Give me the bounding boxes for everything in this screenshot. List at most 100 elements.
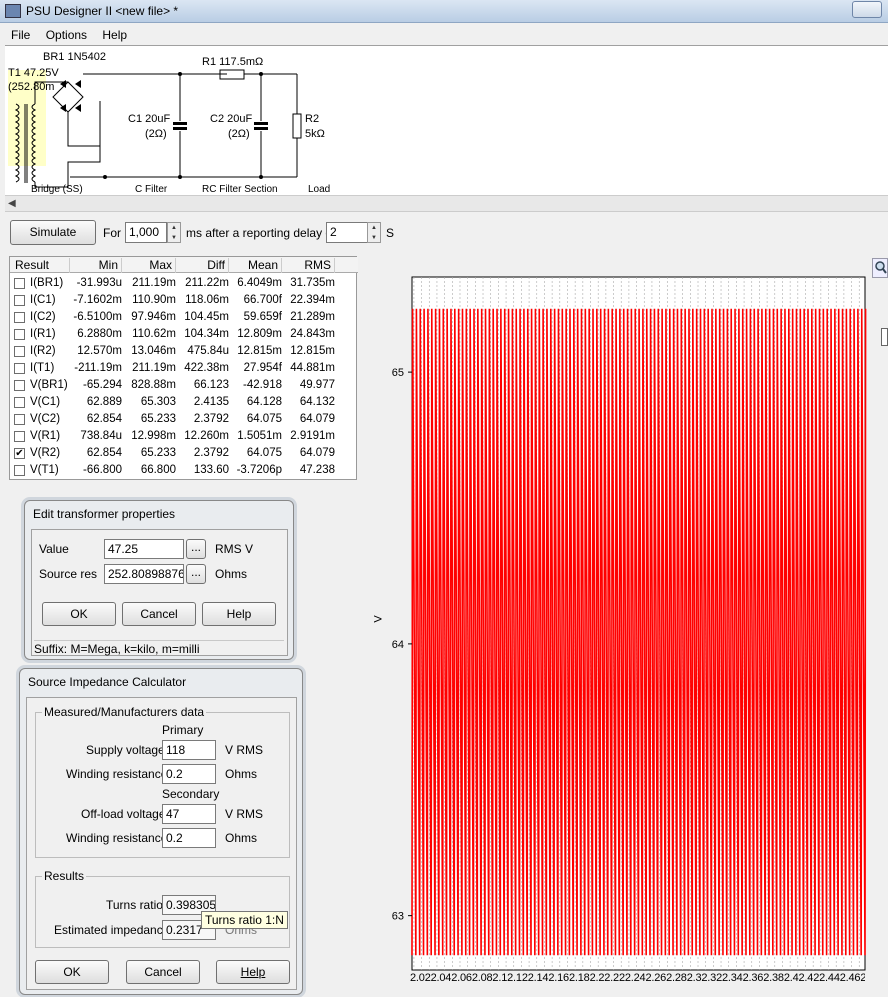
t1-label: T1 47.25V [8, 67, 59, 79]
dialog-title: Source Impedance Calculator [28, 675, 187, 689]
c1-resistance: (2Ω) [145, 128, 167, 140]
header-rms[interactable]: RMS [282, 258, 335, 273]
header-max[interactable]: Max [122, 258, 176, 273]
result-checkbox[interactable] [14, 414, 25, 425]
cancel-button[interactable]: Cancel [126, 960, 200, 984]
cell-mean: 64.075 [246, 447, 282, 459]
table-row[interactable]: V(T1) -66.800 66.800 133.60 -3.7206p 47.238 [10, 462, 356, 479]
table-row[interactable]: I(BR1) -31.993u 211.19m 211.22m 6.4049m 31.73… [10, 275, 356, 292]
result-name: V(T1) [30, 464, 59, 476]
cancel-button[interactable]: Cancel [122, 602, 196, 626]
table-row[interactable]: I(R1) 6.2880m 110.62m 104.34m 12.809m 24.843m [10, 326, 356, 343]
y-tick-label: 63 [392, 911, 404, 923]
cell-min: -211.19m [74, 362, 122, 374]
help-button[interactable]: Help [216, 960, 290, 984]
source-res-label: Source res [39, 567, 98, 581]
schematic-hscrollbar[interactable]: ◀ [5, 195, 888, 212]
menu-help[interactable]: Help [96, 25, 133, 42]
bridge-label: BR1 1N5402 [43, 51, 106, 63]
schematic-canvas[interactable]: BR1 1N5402 T1 47.25V (252.80m R1 117.5mΩ… [5, 45, 888, 196]
table-row[interactable]: V(BR1) -65.294 828.88m 66.123 -42.918 49.977 [10, 377, 356, 394]
supply-voltage-input[interactable]: 118 [162, 740, 216, 760]
help-button[interactable]: Help [202, 602, 276, 626]
zoom-icon[interactable] [872, 258, 888, 278]
secondary-winding-input[interactable]: 0.2 [162, 828, 216, 848]
cell-diff: 422.38m [184, 362, 229, 374]
header-result[interactable]: Result [10, 258, 70, 273]
dialog-body: Value 47.25 ... RMS V Source res 252.808… [31, 529, 288, 656]
result-checkbox[interactable] [14, 465, 25, 476]
minimize-button[interactable] [852, 1, 882, 18]
cell-mean: 1.5051m [237, 430, 282, 442]
ok-button[interactable]: OK [42, 602, 116, 626]
source-res-input[interactable]: 252.808988764 [104, 564, 184, 584]
source-impedance-dialog: Source Impedance Calculator Measured/Man… [19, 668, 303, 995]
cell-max: 13.046m [131, 345, 176, 357]
source-res-unit: Ohms [215, 567, 248, 581]
table-row[interactable]: I(T1) -211.19m 211.19m 422.38m 27.954f 44.881… [10, 360, 356, 377]
supply-voltage-unit: V RMS [225, 743, 264, 757]
cell-rms: 44.881m [290, 362, 335, 374]
offload-voltage-input[interactable]: 47 [162, 804, 216, 824]
dialog-title: Edit transformer properties [33, 507, 176, 521]
delay-spinner[interactable]: ▲ ▼ [367, 222, 381, 243]
result-checkbox[interactable]: ✔ [14, 448, 25, 459]
result-name: V(R2) [30, 447, 61, 459]
result-checkbox[interactable] [14, 380, 25, 391]
header-mean[interactable]: Mean [229, 258, 282, 273]
header-min[interactable]: Min [70, 258, 122, 273]
table-row[interactable]: I(R2) 12.570m 13.046m 475.84u 12.815m 12.815m [10, 343, 356, 360]
result-checkbox[interactable] [14, 397, 25, 408]
measured-group: Measured/Manufacturers data Primary Supp… [35, 705, 290, 858]
results-header: Result Min Max Diff Mean RMS [10, 257, 358, 273]
cell-min: 62.854 [86, 447, 122, 459]
cell-mean: -3.7206p [236, 464, 282, 476]
menu-options[interactable]: Options [40, 25, 93, 42]
result-checkbox[interactable] [14, 346, 25, 357]
duration-input[interactable]: 1,000 [125, 222, 167, 243]
table-row[interactable]: I(C1) -7.1602m 110.90m 118.06m 66.700f 22.394… [10, 292, 356, 309]
result-checkbox[interactable] [14, 312, 25, 323]
table-row[interactable]: V(R1) 738.84u 12.998m 12.260m 1.5051m 2.9191m [10, 428, 356, 445]
cell-diff: 2.4135 [193, 396, 229, 408]
cell-diff: 475.84u [187, 345, 229, 357]
result-checkbox[interactable] [14, 278, 25, 289]
cell-max: 211.19m [132, 362, 176, 374]
plot-side-handle[interactable] [881, 328, 888, 346]
scroll-left-icon[interactable]: ◀ [8, 198, 16, 209]
result-checkbox[interactable] [14, 431, 25, 442]
r2-resistor [292, 113, 302, 139]
result-name: I(R2) [30, 345, 56, 357]
value-input[interactable]: 47.25 [104, 539, 184, 559]
result-checkbox[interactable] [14, 295, 25, 306]
voltage-plot[interactable]: 63 64 65 [359, 256, 888, 997]
table-row[interactable]: I(C2) -6.5100m 97.946m 104.45m 59.659f 21.289… [10, 309, 356, 326]
result-checkbox[interactable] [14, 363, 25, 374]
t1-resistance: (252.80m [8, 81, 55, 93]
delay-input[interactable]: 2 [326, 222, 368, 243]
cell-min: -66.800 [82, 464, 122, 476]
simulate-button[interactable]: Simulate [10, 220, 96, 245]
header-diff[interactable]: Diff [176, 258, 229, 273]
section-rc-filter: RC Filter Section [202, 184, 278, 195]
table-row[interactable]: V(C2) 62.854 65.233 2.3792 64.075 64.079 [10, 411, 356, 428]
c1-capacitor-plate [173, 122, 187, 125]
cell-mean: -42.918 [242, 379, 282, 391]
cell-diff: 104.45m [184, 311, 229, 323]
duration-spinner[interactable]: ▲ ▼ [167, 222, 181, 243]
source-browse-button[interactable]: ... [186, 564, 206, 584]
table-row[interactable]: ✔ V(R2) 62.854 65.233 2.3792 64.075 64.079 [10, 445, 356, 462]
cell-rms: 31.735m [290, 277, 335, 289]
primary-winding-input[interactable]: 0.2 [162, 764, 216, 784]
y-axis-label: V [372, 615, 385, 623]
cell-min: -31.993u [76, 277, 122, 289]
table-row[interactable]: V(C1) 62.889 65.303 2.4135 64.128 64.132 [10, 394, 356, 411]
ok-button[interactable]: OK [35, 960, 109, 984]
cell-max: 97.946m [131, 311, 176, 323]
cell-diff: 2.3792 [193, 413, 229, 425]
app-icon [5, 4, 21, 18]
value-browse-button[interactable]: ... [186, 539, 206, 559]
result-checkbox[interactable] [14, 329, 25, 340]
cell-min: -65.294 [82, 379, 122, 391]
menu-file[interactable]: File [5, 25, 36, 42]
